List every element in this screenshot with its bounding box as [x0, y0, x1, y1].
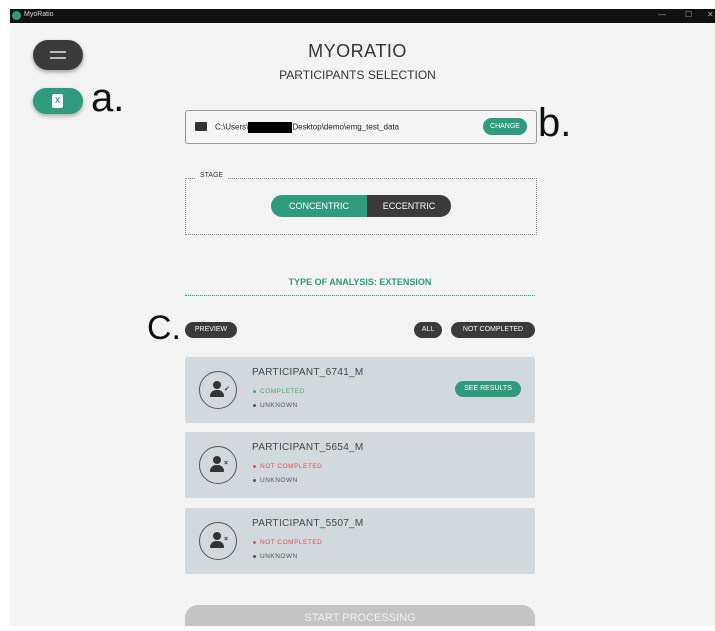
participant-status-text: COMPLETED: [260, 388, 305, 395]
participant-status: NOT COMPLETED: [253, 463, 322, 470]
participant-status: NOT COMPLETED: [253, 539, 322, 546]
annotation-a: a.: [91, 76, 125, 120]
status-dot: [253, 540, 256, 544]
redacted-username: [248, 122, 293, 133]
analysis-divider: [185, 295, 535, 296]
avatar-head: [213, 456, 221, 464]
participant-completed-icon: ✓: [199, 371, 237, 409]
avatar-body: [210, 465, 224, 472]
see-results-button[interactable]: SEE RESULTS: [455, 381, 521, 397]
filter-all-button[interactable]: ALL: [414, 322, 442, 338]
status-dot: [253, 389, 256, 393]
stage-option-concentric[interactable]: CONCENTRIC: [271, 195, 367, 217]
participant-card[interactable]: × PARTICIPANT_5507_M NOT COMPLETED UNKNO…: [185, 508, 535, 574]
participant-card[interactable]: ✓ PARTICIPANT_6741_M COMPLETED UNKNOWN S…: [185, 357, 535, 423]
excel-icon: X: [52, 94, 63, 108]
close-icon[interactable]: ✕: [707, 10, 714, 19]
start-processing-button[interactable]: START PROCESSING: [185, 605, 535, 626]
annotation-c: C.: [147, 309, 181, 347]
export-excel-button[interactable]: X: [33, 88, 83, 114]
path-suffix: Desktop\demo\emg_test_data: [292, 122, 400, 132]
avatar-head: [213, 532, 221, 540]
stage-label: STAGE: [196, 172, 228, 179]
participant-name: PARTICIPANT_5654_M: [252, 442, 364, 453]
page-subtitle: PARTICIPANTS SELECTION: [279, 68, 436, 82]
check-icon: ✓: [224, 386, 230, 393]
stage-option-eccentric[interactable]: ECCENTRIC: [367, 195, 451, 217]
substatus-dot: [253, 554, 256, 558]
participant-substatus-text: UNKNOWN: [260, 402, 298, 409]
participant-status-text: NOT COMPLETED: [260, 539, 323, 546]
participant-substatus-text: UNKNOWN: [260, 477, 298, 484]
window-title-bar: MyoRatio — ☐ ✕: [10, 9, 715, 23]
preview-button[interactable]: PREVIEW: [185, 322, 237, 338]
cross-icon: ×: [224, 460, 229, 467]
participant-status-text: NOT COMPLETED: [260, 463, 323, 470]
folder-icon: [195, 122, 207, 131]
data-path-text: C:\Users\ Desktop\demo\emg_test_data: [215, 122, 399, 133]
participant-substatus: UNKNOWN: [253, 553, 298, 560]
status-dot: [253, 464, 256, 468]
app-icon: [12, 11, 21, 20]
stage-group: STAGE CONCENTRIC ECCENTRIC: [185, 172, 537, 235]
participant-not-completed-icon: ×: [199, 522, 237, 560]
participant-substatus-text: UNKNOWN: [260, 553, 298, 560]
participant-name: PARTICIPANT_5507_M: [252, 518, 364, 529]
cross-icon: ×: [224, 536, 229, 543]
substatus-dot: [253, 403, 256, 407]
path-prefix: C:\Users\: [215, 122, 249, 132]
participant-name: PARTICIPANT_6741_M: [252, 367, 364, 378]
avatar-body: [210, 390, 224, 397]
maximize-icon[interactable]: ☐: [685, 10, 692, 19]
avatar-head: [213, 381, 221, 389]
participant-card[interactable]: × PARTICIPANT_5654_M NOT COMPLETED UNKNO…: [185, 432, 535, 498]
participant-substatus: UNKNOWN: [253, 477, 298, 484]
participant-status: COMPLETED: [253, 388, 305, 395]
data-path-field: C:\Users\ Desktop\demo\emg_test_data CHAN…: [185, 110, 537, 144]
change-path-button[interactable]: CHANGE: [483, 118, 527, 135]
participant-not-completed-icon: ×: [199, 446, 237, 484]
substatus-dot: [253, 478, 256, 482]
avatar-body: [210, 541, 224, 548]
window-title: MyoRatio: [24, 11, 54, 18]
annotation-b: b.: [538, 101, 572, 145]
analysis-type-label: TYPE OF ANALYSIS: EXTENSION: [288, 277, 432, 287]
minimize-icon[interactable]: —: [658, 10, 666, 19]
participant-substatus: UNKNOWN: [253, 402, 298, 409]
page-title: MYORATIO: [308, 41, 407, 61]
filter-not-completed-button[interactable]: NOT COMPLETED: [451, 322, 535, 338]
